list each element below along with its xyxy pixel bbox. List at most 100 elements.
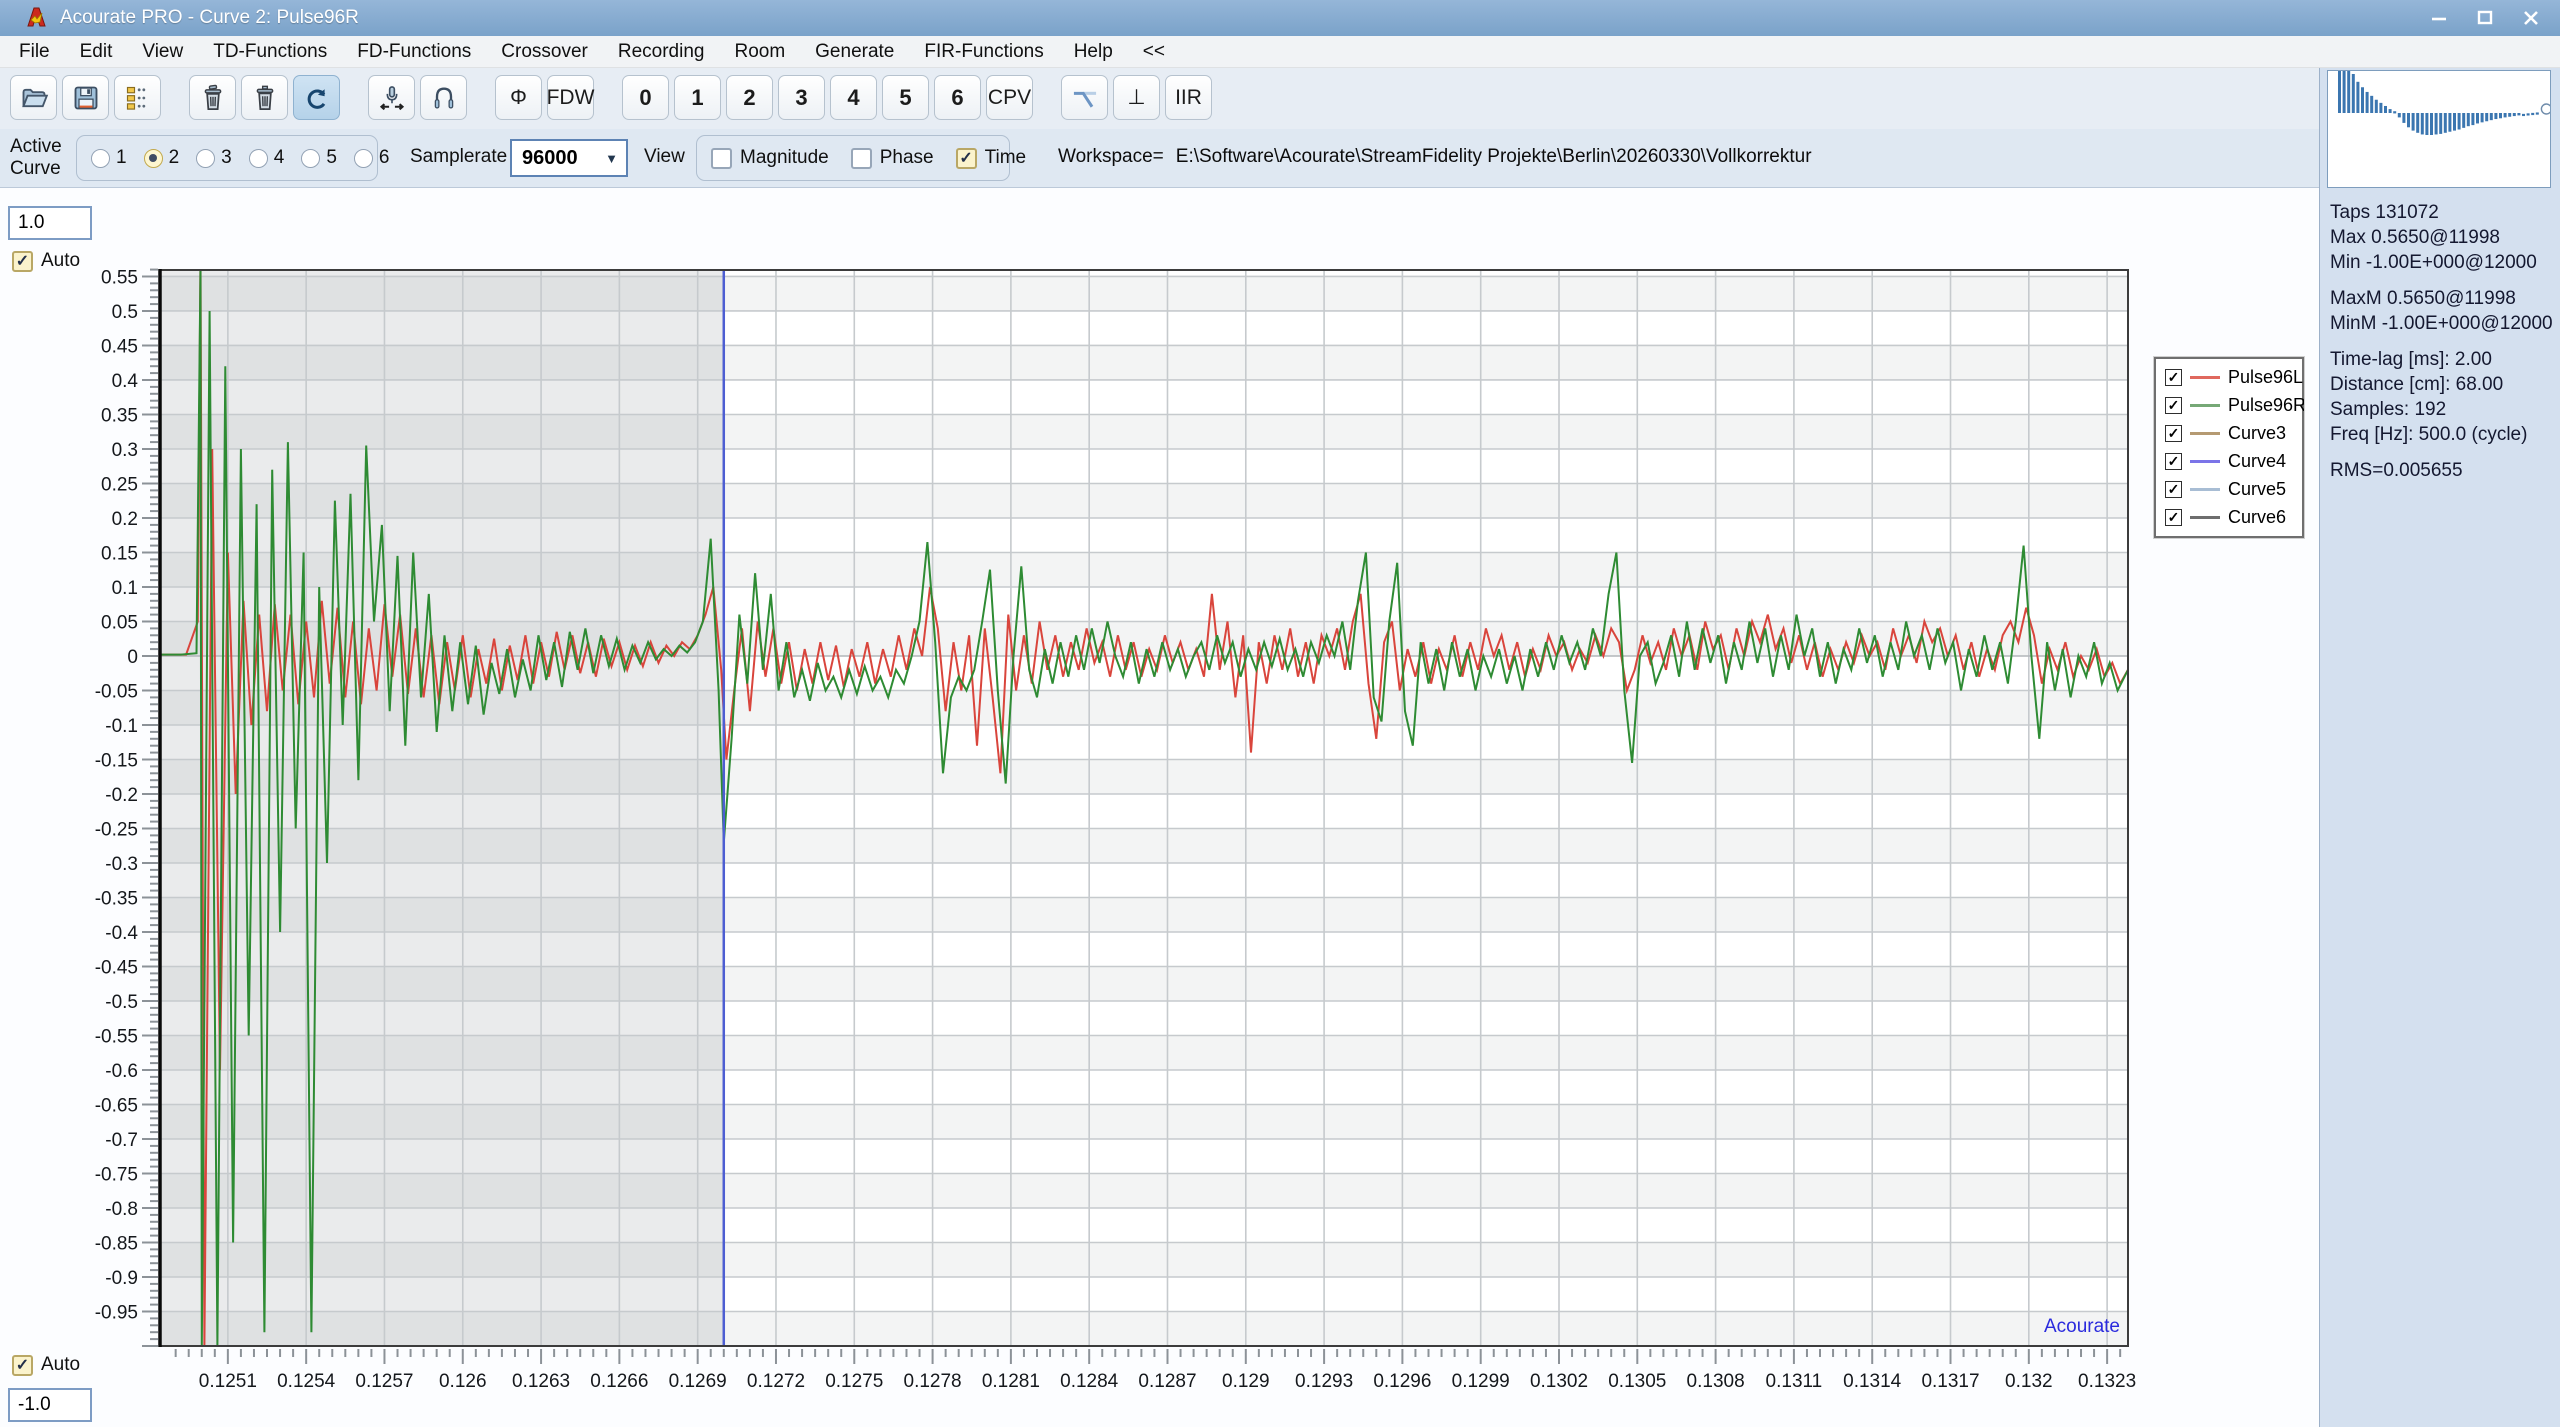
undo-icon (303, 84, 331, 112)
cpv-button[interactable]: CPV (986, 75, 1033, 120)
acourate-watermark: Acourate (2044, 1316, 2120, 1337)
menu-item-generate[interactable]: Generate (800, 36, 909, 68)
legend-item-curve4[interactable]: ✓Curve4 (2165, 451, 2293, 472)
curve-tree-button[interactable] (114, 75, 161, 120)
active-curve-radio-1[interactable]: 1 (91, 147, 127, 169)
limiter-button[interactable] (1061, 75, 1108, 120)
curve-5-button[interactable]: 5 (882, 75, 929, 120)
curve-0-button[interactable]: 0 (622, 75, 669, 120)
y-axis-tick-label: -0.95 (95, 1302, 138, 1323)
radio-label: 3 (221, 147, 232, 169)
phase-button[interactable]: Φ (495, 75, 542, 120)
menu-item-help[interactable]: Help (1059, 36, 1128, 68)
stat-line: MaxM 0.5650@11998 (2330, 286, 2553, 311)
stat-line: Min -1.00E+000@12000 (2330, 250, 2553, 275)
window-title: Acourate PRO - Curve 2: Pulse96R (60, 7, 359, 29)
control-row: Active Curve 123456 Samplerate 96000 ▼ V… (0, 129, 2319, 188)
checkbox-check-icon: ✓ (12, 1355, 33, 1376)
legend-checkbox[interactable]: ✓ (2165, 369, 2182, 386)
curve-2-button[interactable]: 2 (726, 75, 773, 120)
menubar: FileEditViewTD-FunctionsFD-FunctionsCros… (0, 36, 2560, 68)
menu-item-edit[interactable]: Edit (65, 36, 128, 68)
samplerate-select[interactable]: 96000 ▼ (510, 139, 628, 177)
x-axis-tick-label: 0.1281 (982, 1371, 1040, 1392)
ymin-auto-checkbox[interactable]: ✓ Auto (12, 1354, 80, 1376)
menu-item-recording[interactable]: Recording (603, 36, 720, 68)
perpendicular-button[interactable]: ⊥ (1113, 75, 1160, 120)
legend-checkbox[interactable]: ✓ (2165, 397, 2182, 414)
folder-open-icon (19, 84, 49, 112)
active-curve-radio-5[interactable]: 5 (301, 147, 337, 169)
ymax-auto-checkbox[interactable]: ✓ Auto (12, 250, 80, 272)
legend-line-swatch (2190, 460, 2220, 463)
legend-line-swatch (2190, 488, 2220, 491)
menu-item-td-functions[interactable]: TD-Functions (198, 36, 342, 68)
delete-button[interactable] (241, 75, 288, 120)
app-logo-icon (24, 6, 48, 30)
menu-item-file[interactable]: File (4, 36, 65, 68)
menu-item-item[interactable]: << (1128, 36, 1180, 68)
headphone-button[interactable] (420, 75, 467, 120)
curve-1-button[interactable]: 1 (674, 75, 721, 120)
x-axis-tick-label: 0.1287 (1138, 1371, 1196, 1392)
y-axis-tick-label: 0.05 (101, 612, 138, 633)
menu-item-crossover[interactable]: Crossover (486, 36, 603, 68)
waveform-plot[interactable]: 0.12510.12540.12570.1260.12630.12660.126… (0, 188, 2319, 1427)
y-axis-tick-label: -0.9 (105, 1268, 138, 1289)
headphone-icon (430, 84, 458, 112)
minimize-button[interactable] (2426, 8, 2452, 28)
curve-3-button[interactable]: 3 (778, 75, 825, 120)
microphone-align-button[interactable] (368, 75, 415, 120)
ymin-input[interactable]: -1.0 (8, 1388, 92, 1422)
close-button[interactable] (2518, 8, 2544, 28)
y-axis-tick-label: 0.2 (112, 509, 138, 530)
menu-item-view[interactable]: View (127, 36, 198, 68)
menu-item-room[interactable]: Room (719, 36, 800, 68)
x-axis-tick-label: 0.1305 (1608, 1371, 1666, 1392)
y-axis-tick-label: -0.15 (95, 750, 138, 771)
menu-item-fir-functions[interactable]: FIR-Functions (909, 36, 1058, 68)
stat-line: Freq [Hz]: 500.0 (cycle) (2330, 422, 2553, 447)
trash-icon (251, 84, 279, 112)
legend-checkbox[interactable]: ✓ (2165, 425, 2182, 442)
legend-item-pulse96r[interactable]: ✓Pulse96R (2165, 395, 2293, 416)
radio-label: 6 (379, 147, 390, 169)
view-checkbox-magnitude[interactable]: Magnitude (711, 147, 829, 169)
view-checkbox-time[interactable]: ✓Time (956, 147, 1027, 169)
x-axis-tick-label: 0.1311 (1766, 1371, 1823, 1392)
checkbox-label: Magnitude (740, 147, 829, 169)
active-curve-radio-6[interactable]: 6 (354, 147, 390, 169)
y-axis-tick-label: -0.4 (105, 923, 138, 944)
iir-button[interactable]: IIR (1165, 75, 1212, 120)
curve-4-button[interactable]: 4 (830, 75, 877, 120)
maximize-button[interactable] (2472, 8, 2498, 28)
samplerate-value: 96000 (522, 147, 578, 170)
active-curve-radio-2[interactable]: 2 (144, 147, 180, 169)
floppy-icon (72, 84, 100, 112)
active-curve-radio-3[interactable]: 3 (196, 147, 232, 169)
ymax-input[interactable]: 1.0 (8, 206, 92, 240)
x-axis-tick-label: 0.1257 (355, 1371, 413, 1392)
fdw-button[interactable]: FDW (547, 75, 594, 120)
open-file-button[interactable] (10, 75, 57, 120)
checkbox-check-icon (711, 148, 732, 169)
active-curve-radio-4[interactable]: 4 (249, 147, 285, 169)
legend-checkbox[interactable]: ✓ (2165, 481, 2182, 498)
save-file-button[interactable] (62, 75, 109, 120)
legend-item-curve3[interactable]: ✓Curve3 (2165, 423, 2293, 444)
legend-checkbox[interactable]: ✓ (2165, 453, 2182, 470)
y-axis-tick-label: 0.25 (101, 474, 138, 495)
menu-item-fd-functions[interactable]: FD-Functions (342, 36, 486, 68)
stat-line: Taps 131072 (2330, 200, 2553, 225)
stat-group: RMS=0.005655 (2330, 458, 2553, 483)
view-checkbox-phase[interactable]: Phase (851, 147, 934, 169)
undo-button[interactable] (293, 75, 340, 120)
legend-item-pulse96l[interactable]: ✓Pulse96L (2165, 367, 2293, 388)
legend-item-curve6[interactable]: ✓Curve6 (2165, 507, 2293, 528)
y-axis-tick-label: -0.05 (95, 681, 138, 702)
x-axis-tick-label: 0.1272 (747, 1371, 805, 1392)
clear-to-trash-button[interactable] (189, 75, 236, 120)
legend-checkbox[interactable]: ✓ (2165, 509, 2182, 526)
legend-item-curve5[interactable]: ✓Curve5 (2165, 479, 2293, 500)
curve-6-button[interactable]: 6 (934, 75, 981, 120)
